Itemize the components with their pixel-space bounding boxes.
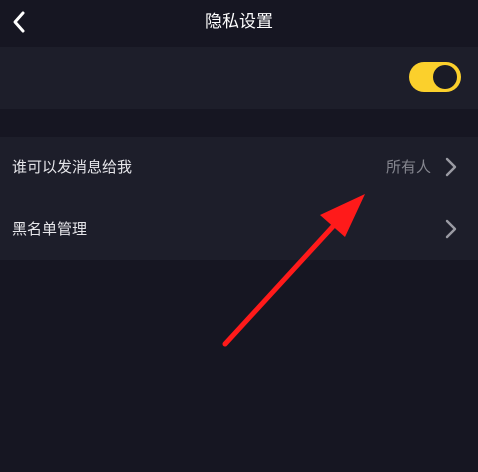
chevron-right-icon xyxy=(445,219,457,239)
list-item-who-can-message[interactable]: 谁可以发消息给我 所有人 xyxy=(0,137,478,198)
toggle-knob xyxy=(433,65,457,89)
settings-list: 谁可以发消息给我 所有人 黑名单管理 xyxy=(0,137,478,260)
privacy-toggle-switch[interactable] xyxy=(409,62,461,92)
list-item-blacklist[interactable]: 黑名单管理 xyxy=(0,199,478,260)
item-value-who-can-message: 所有人 xyxy=(385,158,431,176)
chevron-right-icon xyxy=(445,157,457,177)
nav-header: 隐私设置 xyxy=(0,0,478,46)
privacy-settings-screen: 隐私设置 谁可以发消息给我 所有人 黑名单管理 xyxy=(0,0,478,472)
page-title: 隐私设置 xyxy=(205,12,273,32)
setting-row-toggle xyxy=(0,47,478,109)
item-label-blacklist: 黑名单管理 xyxy=(12,220,88,238)
item-label-who-can-message: 谁可以发消息给我 xyxy=(12,158,133,176)
